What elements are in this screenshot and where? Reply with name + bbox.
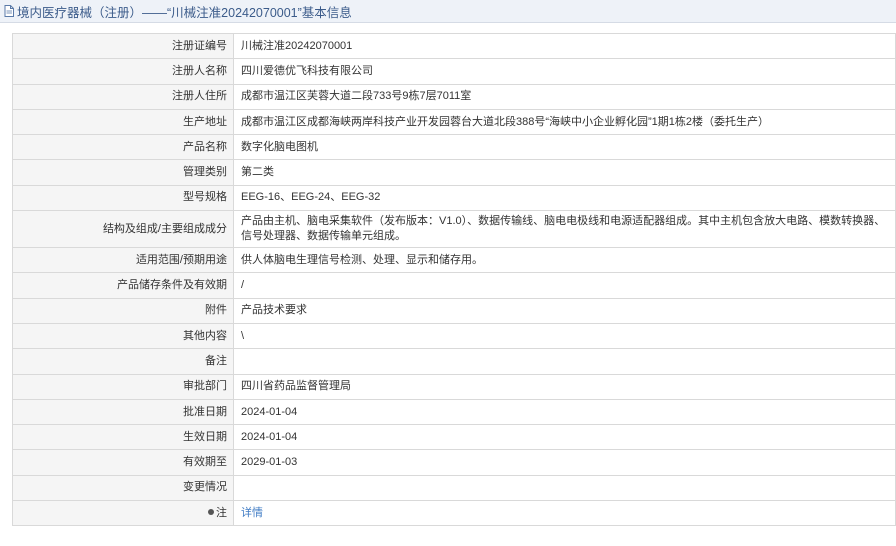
field-value-attachment: 产品技术要求: [233, 297, 896, 324]
detail-link[interactable]: 详情: [241, 507, 263, 519]
field-label-registrant-address: 注册人住所: [12, 83, 234, 110]
field-label-model-spec: 型号规格: [12, 184, 234, 212]
field-label-product-name: 产品名称: [12, 134, 234, 161]
table-row: 生产地址 成都市温江区成都海峡两岸科技产业开发园蓉台大道北段388号“海峡中小企业…: [12, 108, 896, 136]
field-value-valid-until: 2029-01-03: [233, 449, 896, 476]
field-label-approval-department: 审批部门: [12, 373, 234, 400]
table-row: 注册证编号 川械注准20242070001: [12, 32, 896, 60]
field-value-management-category: 第二类: [233, 159, 896, 186]
field-value-model-spec: EEG-16、EEG-24、EEG-32: [233, 184, 896, 212]
field-value-structure-composition: 产品由主机、脑电采集软件（发布版本：V1.0）、数据传输线、脑电电极线和电源适配…: [233, 210, 896, 249]
field-label-registrant-name: 注册人名称: [12, 58, 234, 85]
table-row: 生效日期 2024-01-04: [12, 424, 896, 451]
field-value-approval-date: 2024-01-04: [233, 398, 896, 426]
table-row: 结构及组成/主要组成成分 产品由主机、脑电采集软件（发布版本：V1.0）、数据传输…: [12, 210, 896, 249]
table-row: 有效期至 2029-01-03: [12, 449, 896, 476]
field-value-product-name: 数字化脑电图机: [233, 134, 896, 161]
field-label-change-history: 变更情况: [12, 474, 234, 502]
field-label-remarks: 备注: [12, 348, 234, 375]
bullet-icon: [208, 508, 214, 515]
field-value-approval-department: 四川省药品监督管理局: [233, 373, 896, 400]
table-row: 产品储存条件及有效期 /: [12, 272, 896, 299]
page-title: 境内医疗器械（注册）——“川械注准20242070001”基本信息: [17, 5, 352, 20]
table-row: 型号规格 EEG-16、EEG-24、EEG-32: [12, 184, 896, 212]
field-value-production-address: 成都市温江区成都海峡两岸科技产业开发园蓉台大道北段388号“海峡中小企业孵化园”…: [233, 108, 896, 136]
table-row: 其他内容 \: [12, 322, 896, 350]
field-value-remarks: [233, 348, 896, 375]
field-label-production-address: 生产地址: [12, 108, 234, 136]
document-icon: [4, 5, 14, 17]
table-row: 备注: [12, 348, 896, 375]
field-value-scope-of-use: 供人体脑电生理信号检测、处理、显示和储存用。: [233, 247, 896, 274]
field-value-change-history: [233, 474, 896, 502]
field-label-registration-number: 注册证编号: [12, 32, 234, 60]
field-value-effective-date: 2024-01-04: [233, 424, 896, 451]
field-label-scope-of-use: 适用范围/预期用途: [12, 247, 234, 274]
field-value-registrant-name: 四川爱德优飞科技有限公司: [233, 58, 896, 85]
info-table: 注册证编号 川械注准20242070001 注册人名称 四川爱德优飞科技有限公司 注册人…: [12, 32, 896, 527]
page-header: 境内医疗器械（注册）——“川械注准20242070001”基本信息: [0, 0, 896, 23]
field-value-note: 详情: [233, 500, 896, 527]
field-label-attachment: 附件: [12, 297, 234, 324]
table-row: 注 详情: [12, 500, 896, 527]
field-label-effective-date: 生效日期: [12, 424, 234, 451]
note-label: 注: [216, 506, 227, 519]
field-value-registration-number: 川械注准20242070001: [233, 32, 896, 60]
field-value-storage-conditions: /: [233, 272, 896, 299]
table-row: 注册人名称 四川爱德优飞科技有限公司: [12, 58, 896, 85]
field-label-valid-until: 有效期至: [12, 449, 234, 476]
field-value-registrant-address: 成都市温江区芙蓉大道二段733号9栋7层7011室: [233, 83, 896, 110]
field-label-management-category: 管理类别: [12, 159, 234, 186]
table-row: 产品名称 数字化脑电图机: [12, 134, 896, 161]
table-row: 附件 产品技术要求: [12, 297, 896, 324]
field-label-other-content: 其他内容: [12, 322, 234, 350]
table-row: 审批部门 四川省药品监督管理局: [12, 373, 896, 400]
field-label-storage-conditions: 产品储存条件及有效期: [12, 272, 234, 299]
field-label-approval-date: 批准日期: [12, 398, 234, 426]
table-row: 变更情况: [12, 474, 896, 502]
table-row: 注册人住所 成都市温江区芙蓉大道二段733号9栋7层7011室: [12, 83, 896, 110]
table-row: 管理类别 第二类: [12, 159, 896, 186]
field-value-other-content: \: [233, 322, 896, 350]
field-label-note: 注: [12, 500, 234, 527]
table-row: 批准日期 2024-01-04: [12, 398, 896, 426]
table-row: 适用范围/预期用途 供人体脑电生理信号检测、处理、显示和储存用。: [12, 247, 896, 274]
field-label-structure-composition: 结构及组成/主要组成成分: [12, 210, 234, 249]
